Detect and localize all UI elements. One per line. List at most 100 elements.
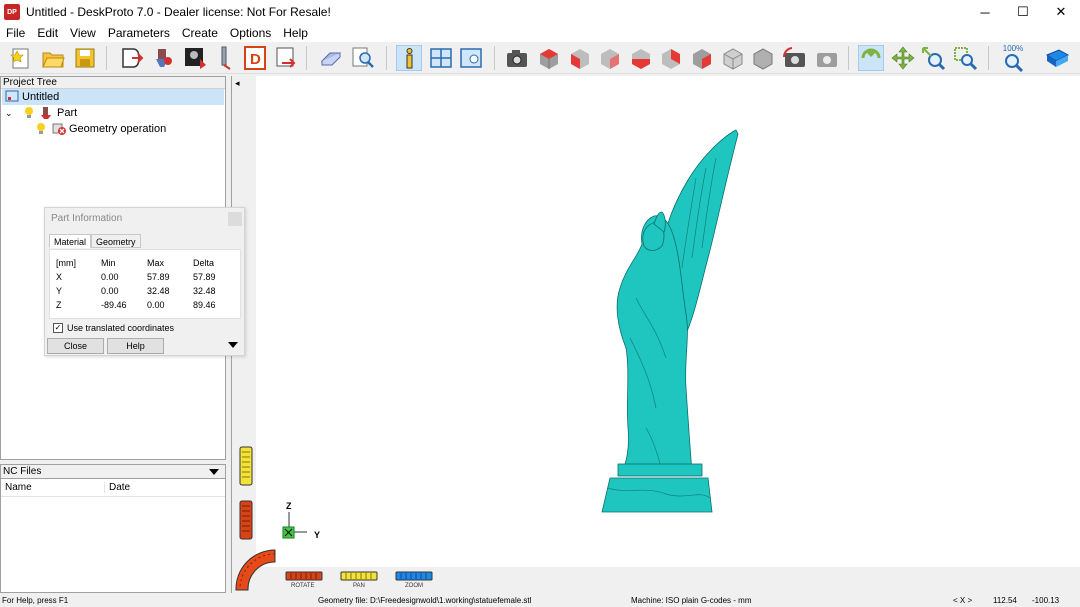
row-x-max: 57.89 — [147, 272, 170, 282]
menu-file[interactable]: File — [0, 26, 31, 40]
collapse-arrow-icon[interactable]: ◂ — [235, 78, 240, 89]
inspect-icon[interactable] — [350, 45, 376, 71]
view-bottom-icon[interactable] — [689, 45, 715, 71]
toolbar: D 100% — [0, 42, 1080, 74]
row-x-delta: 57.89 — [193, 272, 216, 282]
tab-geometry[interactable]: Geometry — [91, 234, 141, 248]
menu-help[interactable]: Help — [277, 26, 314, 40]
dialog-tabs: Material Geometry — [49, 234, 141, 248]
help-button[interactable]: Help — [107, 338, 164, 354]
part-information-icon[interactable] — [396, 45, 422, 71]
eraser-icon[interactable] — [318, 45, 344, 71]
view-right-icon[interactable] — [628, 45, 654, 71]
pan-view-icon[interactable] — [890, 45, 916, 71]
minimize-button[interactable]: ─ — [966, 0, 1004, 24]
view-solid-icon[interactable] — [750, 45, 776, 71]
status-bar: For Help, press F1 Geometry file: D:\Fre… — [0, 595, 1080, 607]
tool-parameters-icon[interactable] — [212, 45, 238, 71]
part-parameters-icon[interactable] — [150, 45, 176, 71]
menu-edit[interactable]: Edit — [31, 26, 64, 40]
pan-slider-vertical[interactable] — [239, 446, 253, 486]
tree-item-project-label: Untitled — [22, 91, 60, 103]
rotate-slider-vertical[interactable] — [239, 500, 253, 540]
menu-view[interactable]: View — [64, 26, 102, 40]
zoom-label: ZOOM — [405, 583, 423, 589]
view-front-icon[interactable] — [567, 45, 593, 71]
translated-coords-checkbox[interactable]: ✓ — [53, 323, 63, 333]
close-window-button[interactable]: ✕ — [1042, 0, 1080, 24]
menu-create[interactable]: Create — [176, 26, 224, 40]
help-book-icon[interactable] — [1044, 45, 1070, 71]
dropdown-arrow-icon[interactable] — [209, 468, 219, 476]
tree-item-part[interactable]: ⌄ Part — [5, 105, 77, 121]
export-icon[interactable] — [272, 45, 298, 71]
table-header-delta: Delta — [193, 258, 215, 268]
axis-y-label: Y — [314, 530, 321, 540]
zoom-100-button[interactable]: 100% — [1000, 44, 1026, 73]
new-project-icon[interactable] — [8, 45, 34, 71]
row-y-axis: Y — [56, 286, 63, 296]
nc-files-col-name[interactable]: Name — [1, 482, 105, 493]
row-z-axis: Z — [56, 300, 62, 310]
expand-arrow-icon[interactable] — [228, 342, 238, 348]
zoom-window-icon[interactable] — [952, 45, 978, 71]
dialog-close-box[interactable] — [228, 212, 242, 226]
view-left-icon[interactable] — [597, 45, 623, 71]
rotate-dial[interactable] — [234, 548, 276, 592]
translated-coords-label: Use translated coordinates — [67, 323, 175, 333]
statue-model[interactable] — [596, 128, 746, 514]
tab-material[interactable]: Material — [49, 234, 92, 248]
zoom-100-icon — [1005, 54, 1024, 73]
snapshot-rotate-icon[interactable] — [782, 45, 808, 71]
svg-text:D: D — [250, 51, 261, 68]
maximize-button[interactable]: ☐ — [1004, 0, 1042, 24]
lightbulb-icon[interactable] — [23, 106, 35, 120]
status-geometry-file: Geometry file: D:\Freedesignwold\1.worki… — [318, 596, 532, 605]
rotate-view-icon[interactable] — [858, 45, 884, 71]
chevron-down-icon[interactable]: ⌄ — [5, 108, 19, 119]
view-back-icon[interactable] — [658, 45, 684, 71]
pan-slider-horizontal[interactable] — [340, 571, 378, 581]
close-button[interactable]: Close — [47, 338, 104, 354]
menu-options[interactable]: Options — [224, 26, 277, 40]
viewport-bottom-strip: ROTATE PAN ZOOM — [232, 567, 1080, 593]
viewports-icon[interactable] — [428, 45, 454, 71]
import-geometry-icon[interactable] — [118, 45, 144, 71]
camera-icon[interactable] — [504, 45, 530, 71]
zoom-percentage: 100% — [1002, 44, 1024, 53]
tree-item-geometry-operation[interactable]: Geometry operation — [35, 121, 166, 137]
nc-files-header[interactable]: NC Files — [1, 465, 225, 479]
open-folder-icon[interactable] — [40, 45, 66, 71]
tree-item-project[interactable]: Untitled — [2, 89, 224, 105]
zoom-view-icon[interactable] — [920, 45, 946, 71]
nc-files-col-date[interactable]: Date — [105, 482, 130, 493]
row-z-delta: 89.46 — [193, 300, 216, 310]
dialog-title-bar[interactable]: Part Information — [45, 208, 244, 230]
menu-bar: File Edit View Parameters Create Options… — [0, 24, 1080, 42]
row-y-min: 0.00 — [101, 286, 119, 296]
nc-files-panel: NC Files Name Date — [0, 464, 226, 593]
table-header-max: Max — [147, 258, 165, 268]
status-x-value: 112.54 — [993, 596, 1017, 605]
menu-parameters[interactable]: Parameters — [102, 26, 176, 40]
view-iso-icon[interactable] — [720, 45, 746, 71]
app-logo-icon: DP — [4, 4, 20, 20]
row-y-delta: 32.48 — [193, 286, 216, 296]
status-machine: Machine: ISO plain G-codes - mm — [631, 596, 752, 605]
row-z-max: 0.00 — [147, 300, 165, 310]
save-icon[interactable] — [72, 45, 98, 71]
lightbulb-icon[interactable] — [35, 122, 47, 136]
table-header-unit: [mm] — [56, 258, 76, 268]
axis-z-label: Z — [286, 501, 292, 511]
window-title: Untitled - DeskProto 7.0 - Dealer licens… — [26, 5, 331, 19]
zoom-slider-horizontal[interactable] — [395, 571, 433, 581]
3d-viewport[interactable]: ◂ ROTATE PAN ZOOM Z Y — [231, 76, 1080, 593]
rotate-slider-horizontal[interactable] — [285, 571, 323, 581]
translated-coords-option[interactable]: ✓ Use translated coordinates — [53, 323, 174, 333]
row-x-min: 0.00 — [101, 272, 119, 282]
image-import-icon[interactable] — [182, 45, 208, 71]
drawing-import-icon[interactable]: D — [242, 45, 268, 71]
window-view-icon[interactable] — [458, 45, 484, 71]
view-top-icon[interactable] — [536, 45, 562, 71]
snapshot-icon[interactable] — [814, 45, 840, 71]
